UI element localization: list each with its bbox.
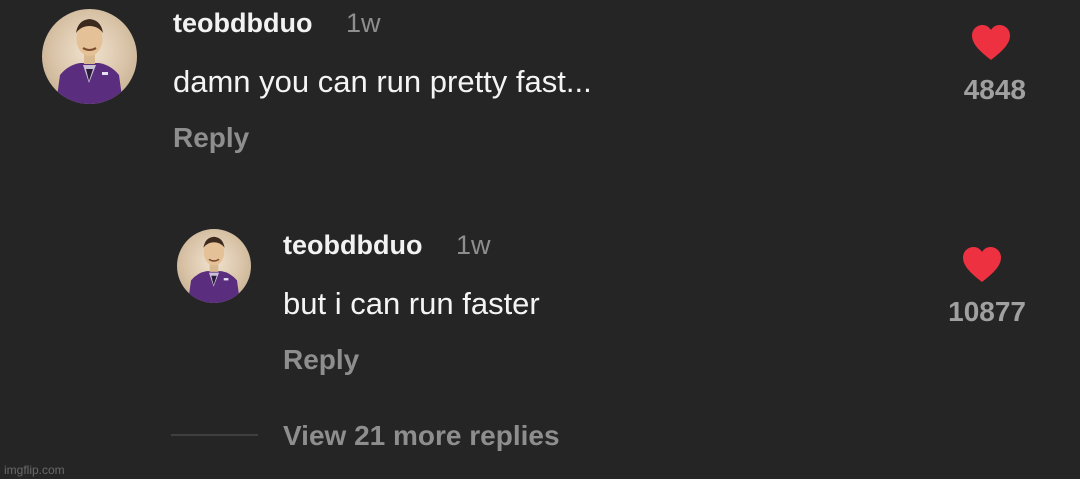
comment-avatar[interactable] xyxy=(42,9,137,104)
suited-figure-avatar-icon xyxy=(56,19,123,104)
reply-like-button[interactable] xyxy=(961,246,1003,284)
comment-username[interactable]: teobdbduo xyxy=(173,10,312,37)
reply-like-count: 10877 xyxy=(948,296,1026,327)
comment-like-button[interactable] xyxy=(970,24,1012,62)
comment-reply-button[interactable]: Reply xyxy=(173,124,249,152)
comment-text: damn you can run pretty fast... xyxy=(173,64,592,99)
heart-icon xyxy=(963,247,1001,282)
reply-timestamp: 1w xyxy=(456,230,491,260)
heart-icon xyxy=(972,25,1010,60)
comment-like-count: 4848 xyxy=(963,74,1026,105)
view-more-replies-button[interactable]: View 21 more replies xyxy=(283,422,560,450)
reply-avatar[interactable] xyxy=(177,229,251,303)
reply-reply-button[interactable]: Reply xyxy=(283,346,359,374)
view-more-divider xyxy=(171,434,258,436)
watermark: imgflip.com xyxy=(4,463,65,477)
comment-timestamp: 1w xyxy=(346,8,381,38)
reply-username[interactable]: teobdbduo xyxy=(283,232,422,259)
suited-figure-avatar-icon xyxy=(187,236,241,303)
reply-text: but i can run faster xyxy=(283,286,540,321)
